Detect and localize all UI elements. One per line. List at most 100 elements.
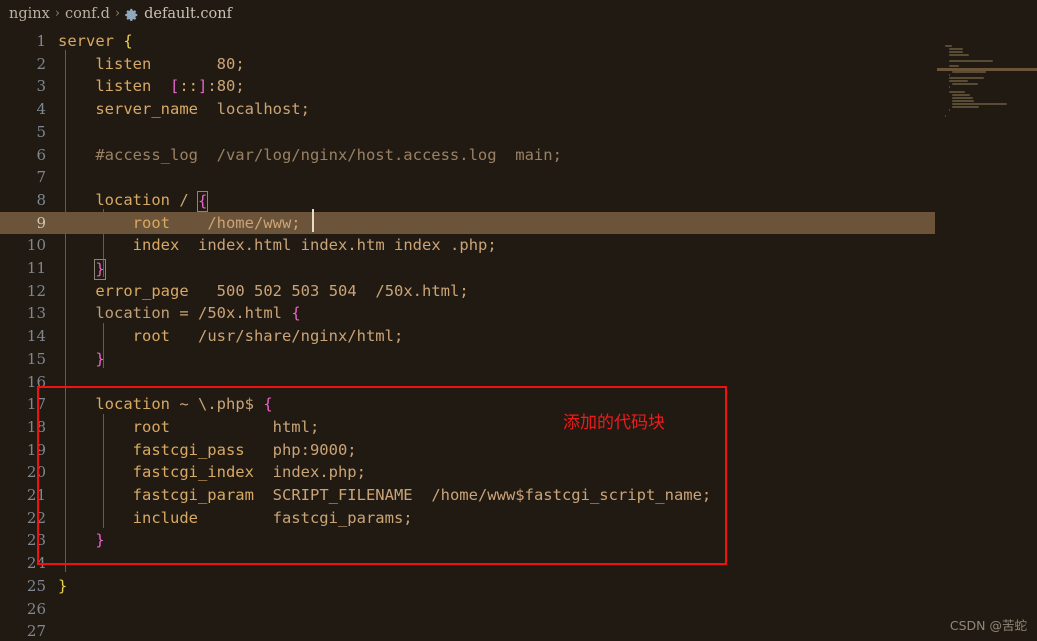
line-number: 1	[36, 32, 46, 50]
code-text: }	[94, 259, 106, 280]
code-line[interactable]: 12 error_page 500 502 503 504 /50x.html;	[0, 280, 1037, 303]
line-number: 11	[26, 259, 46, 277]
code-line[interactable]: 5	[0, 121, 1037, 144]
code-line[interactable]: 20 fastcgi_index index.php;	[0, 461, 1037, 484]
code-text: }	[95, 349, 105, 368]
minimap-line	[948, 74, 950, 76]
minimap-line	[948, 50, 963, 53]
code-text: #access_log /var/log/nginx/host.access.l…	[95, 145, 562, 164]
minimap-line	[952, 71, 987, 74]
code-line[interactable]: 9 root /home/www;	[0, 211, 1037, 235]
line-number: 8	[36, 190, 46, 209]
code-line[interactable]: 10 index index.html index.htm index .php…	[0, 234, 1037, 257]
code-line[interactable]: 3 listen [::]:80;	[0, 75, 1037, 98]
code-line[interactable]: 6 #access_log /var/log/nginx/host.access…	[0, 144, 1037, 167]
code-line[interactable]: 8 location / {	[0, 189, 1037, 212]
line-number: 5	[36, 122, 46, 141]
line-number: 2	[36, 54, 46, 73]
line-number: 10	[26, 236, 46, 255]
minimap-line	[952, 103, 1007, 105]
line-number: 27	[26, 622, 46, 641]
code-line[interactable]: 18 root html;	[0, 416, 1037, 439]
code-minimap[interactable]	[937, 27, 1037, 122]
breadcrumb-item-confd[interactable]: conf.d	[65, 6, 110, 22]
text-cursor	[312, 209, 314, 232]
minimap-line	[952, 97, 974, 100]
code-line[interactable]: 2 listen 80;	[0, 53, 1037, 76]
code-line[interactable]: 23 }	[0, 529, 1037, 552]
minimap-current-line	[937, 67, 1037, 71]
code-text: include fastcgi_params;	[132, 508, 413, 527]
line-number: 14	[26, 327, 46, 346]
line-number: 3	[36, 77, 46, 96]
line-number: 7	[36, 168, 46, 187]
minimap-line	[952, 105, 979, 108]
code-line[interactable]: 15 }	[0, 348, 1037, 371]
minimap-line	[952, 94, 970, 97]
line-number: 20	[26, 463, 46, 482]
annotation-label: 添加的代码块	[563, 413, 665, 433]
gear-icon	[125, 8, 139, 22]
code-editor[interactable]: 1 server {2 listen 80; 3 listen [::]:80; 4 …	[0, 27, 1037, 641]
breadcrumb: nginx › conf.d › default.conf	[0, 0, 1037, 27]
code-line[interactable]: 24	[0, 552, 1037, 575]
watermark: CSDN @苦蛇	[949, 618, 1027, 633]
code-text: }	[95, 531, 105, 550]
code-text: fastcgi_index index.php;	[132, 463, 366, 482]
code-text: location ~ \.php$ {	[95, 395, 273, 414]
code-text: error_page 500 502 503 504 /50x.html;	[95, 281, 469, 300]
minimap-line	[948, 108, 950, 111]
breadcrumb-item-nginx[interactable]: nginx	[9, 6, 50, 22]
code-line[interactable]: 1 server {	[0, 30, 1037, 53]
code-line[interactable]: 25}	[0, 575, 1037, 598]
code-text: location / {	[95, 190, 209, 212]
line-number: 18	[26, 417, 46, 436]
minimap-line	[948, 53, 969, 56]
code-text: root html;	[132, 417, 320, 436]
code-line[interactable]: 17 location ~ \.php$ {	[0, 393, 1037, 416]
code-text: fastcgi_pass php:9000;	[132, 440, 357, 459]
code-text: fastcgi_param SCRIPT_FILENAME /home/www$…	[132, 486, 712, 504]
code-line[interactable]: 19 fastcgi_pass php:9000;	[0, 439, 1037, 462]
line-number: 12	[26, 281, 46, 300]
breadcrumb-item-filename[interactable]: default.conf	[144, 6, 232, 22]
code-line[interactable]: 21 fastcgi_param SCRIPT_FILENAME /home/w…	[0, 484, 1037, 507]
line-number: 15	[26, 349, 46, 368]
line-number: 23	[26, 531, 46, 550]
code-line[interactable]: 13 location = /50x.html {	[0, 302, 1037, 325]
code-text: root /home/www;	[132, 213, 301, 232]
code-line[interactable]: 16	[0, 371, 1037, 394]
line-number: 26	[26, 599, 46, 618]
code-text: location = /50x.html {	[95, 304, 301, 323]
code-line[interactable]: 11 }	[0, 257, 1037, 280]
line-number: 19	[26, 440, 46, 459]
code-text: listen 80;	[95, 54, 245, 73]
line-number: 9	[36, 213, 46, 232]
line-number: 16	[26, 372, 46, 391]
minimap-line	[948, 59, 993, 62]
code-text: index index.html index.htm index .php;	[132, 236, 497, 255]
minimap-line	[952, 100, 975, 103]
code-text: server_name localhost;	[95, 100, 310, 119]
minimap-line	[948, 79, 968, 82]
code-line[interactable]: 7	[0, 166, 1037, 189]
code-line[interactable]: 27	[0, 620, 1037, 641]
breadcrumb-separator-icon: ›	[54, 6, 60, 21]
line-number: 25	[26, 576, 46, 595]
line-number: 24	[26, 554, 46, 573]
code-line[interactable]: 22 include fastcgi_params;	[0, 507, 1037, 530]
code-text: root /usr/share/nginx/html;	[132, 327, 404, 346]
line-number: 4	[36, 100, 46, 119]
minimap-line	[945, 45, 953, 47]
code-text: listen [::]:80;	[95, 77, 245, 96]
code-line[interactable]: 26	[0, 598, 1037, 621]
line-number: 6	[36, 145, 46, 164]
code-text: server {	[58, 32, 133, 50]
code-line[interactable]: 14 root /usr/share/nginx/html;	[0, 325, 1037, 348]
line-number: 21	[26, 486, 46, 504]
line-number: 17	[26, 395, 46, 414]
code-line[interactable]: 4 server_name localhost;	[0, 98, 1037, 121]
line-number: 22	[26, 508, 46, 527]
minimap-line	[948, 76, 984, 79]
line-number: 13	[26, 304, 46, 323]
